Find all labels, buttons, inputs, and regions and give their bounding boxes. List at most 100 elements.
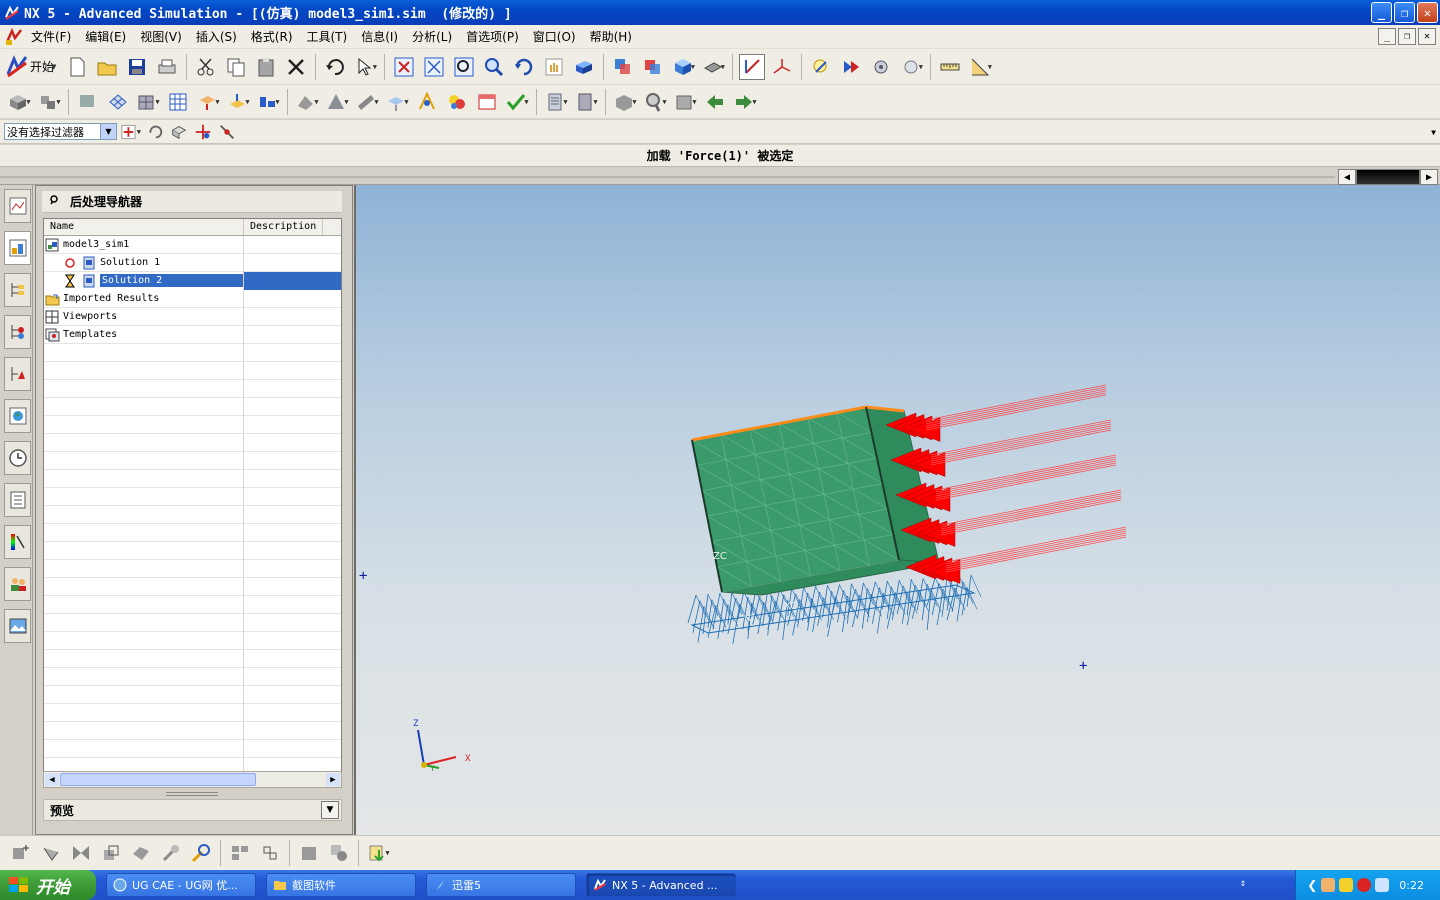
inspect-button[interactable]: ▼ (642, 89, 668, 115)
bottom-tool-2-button[interactable] (38, 840, 64, 866)
select-body-button[interactable] (169, 119, 189, 145)
menu-edit[interactable]: 编辑(E) (78, 28, 133, 45)
tree-row-solution-2[interactable]: Solution 2 (44, 271, 341, 290)
scroll-left-button[interactable]: ◀ (1338, 169, 1356, 185)
analysis-tool-2-button[interactable] (838, 54, 864, 80)
select-edge-button[interactable] (217, 119, 237, 145)
geometry-tool-4-button[interactable]: ▼ (384, 89, 410, 115)
zoom-window-button[interactable] (421, 54, 447, 80)
graphics-window[interactable]: ZC XC YC + + Z X Y (354, 185, 1440, 835)
tree-row-model[interactable]: model3_sim1 (44, 235, 341, 254)
check-model-button[interactable]: ▼ (504, 89, 530, 115)
tray-expand-icon[interactable]: ❮ (1307, 878, 1317, 892)
results-button[interactable] (444, 89, 470, 115)
wcs-orient-button[interactable] (769, 54, 795, 80)
menu-analysis[interactable]: 分析(L) (405, 28, 459, 45)
display-options-button[interactable] (640, 54, 666, 80)
bottom-tool-5-button[interactable] (128, 840, 154, 866)
restore-button[interactable]: ❐ (1394, 2, 1415, 23)
zoom-button[interactable] (451, 54, 477, 80)
model-button[interactable]: ▼ (36, 89, 62, 115)
new-file-button[interactable] (64, 54, 90, 80)
geometry-tool-3-button[interactable]: ▼ (354, 89, 380, 115)
doc-minimize-button[interactable]: _ (1378, 28, 1396, 45)
measure-angle-button[interactable]: ▼ (967, 54, 993, 80)
save-button[interactable] (124, 54, 150, 80)
menu-help[interactable]: 帮助(H) (583, 28, 639, 45)
bottom-tool-9-button[interactable] (257, 840, 283, 866)
scroll-left-arrow[interactable]: ◀ (45, 773, 59, 786)
pin-icon[interactable] (48, 194, 60, 209)
rotate-button[interactable] (511, 54, 537, 80)
bottom-tool-4-button[interactable] (98, 840, 124, 866)
constraint-navigator-tab[interactable] (4, 357, 31, 391)
doc-restore-button[interactable]: ❐ (1398, 28, 1416, 45)
part-navigator-tab[interactable] (4, 273, 31, 307)
bottom-tool-11-button[interactable] (326, 840, 352, 866)
menu-file[interactable]: 文件(F) (24, 28, 78, 45)
tray-app-icon[interactable] (1321, 878, 1336, 892)
taskbar-item-nx[interactable]: NX 5 - Advanced ... (586, 873, 736, 897)
menu-window[interactable]: 窗口(O) (526, 28, 583, 45)
menu-view[interactable]: 视图(V) (133, 28, 189, 45)
menu-tools[interactable]: 工具(T) (300, 28, 355, 45)
scroll-right-arrow[interactable]: ▶ (326, 773, 340, 786)
language-bar-icon[interactable]: ⇕ (1240, 878, 1246, 889)
history-tab[interactable] (4, 441, 31, 475)
report-button[interactable] (474, 89, 500, 115)
roles-tab[interactable] (4, 567, 31, 601)
bottom-tool-10-button[interactable] (296, 840, 322, 866)
system-scenes-tab[interactable] (4, 609, 31, 643)
taskbar-item-screenshot[interactable]: 截图软件 (266, 873, 416, 897)
bottom-tool-3-button[interactable] (68, 840, 94, 866)
menu-insert[interactable]: 插入(S) (189, 28, 244, 45)
display-mode-button[interactable] (610, 54, 636, 80)
reuse-library-tab[interactable] (4, 483, 31, 517)
selection-tool-button[interactable]: ▼ (352, 54, 378, 80)
horizontal-scrollbar[interactable]: ◀ ▶ (43, 771, 342, 788)
orient-view-button[interactable]: ▼ (670, 54, 696, 80)
bottom-tool-8-button[interactable] (227, 840, 253, 866)
geometry-tool-1-button[interactable]: ▼ (294, 89, 320, 115)
doc-close-button[interactable]: ✕ (1418, 28, 1436, 45)
bottom-tool-7-button[interactable] (188, 840, 214, 866)
simulation-navigator-tab[interactable] (4, 189, 31, 223)
cut-button[interactable] (193, 54, 219, 80)
mesh-button[interactable] (105, 89, 131, 115)
palette-tab[interactable] (4, 525, 31, 559)
selection-scope-button[interactable]: ▼ (119, 119, 141, 145)
analysis-tool-1-button[interactable] (808, 54, 834, 80)
shaded-view-button[interactable] (571, 54, 597, 80)
render-style-button[interactable]: ▼ (700, 54, 726, 80)
start-menu-button[interactable]: 开始 ▼ (4, 54, 62, 80)
properties-button[interactable]: ▼ (573, 89, 599, 115)
wcs-display-button[interactable] (739, 53, 766, 80)
assembly-navigator-tab[interactable] (4, 315, 31, 349)
paste-button[interactable] (253, 54, 279, 80)
analysis-tool-3-button[interactable] (868, 54, 894, 80)
tree-row-imported-results[interactable]: Imported Results (44, 289, 341, 308)
edit-face-button[interactable]: ▼ (612, 89, 638, 115)
undo-button[interactable] (322, 54, 348, 80)
solve-button[interactable] (414, 89, 440, 115)
preview-section[interactable]: 预览 ▼ (43, 799, 342, 821)
pan-button[interactable] (541, 54, 567, 80)
table-button[interactable] (165, 89, 191, 115)
web-browser-tab[interactable] (4, 399, 31, 433)
tray-security-icon[interactable] (1357, 878, 1372, 892)
geometry-tool-2-button[interactable]: ▼ (324, 89, 350, 115)
bottom-tool-12-button[interactable]: ▼ (365, 840, 391, 866)
print-button[interactable] (154, 54, 180, 80)
copy-button[interactable] (223, 54, 249, 80)
close-button[interactable]: ✕ (1417, 2, 1438, 23)
tray-network-icon[interactable] (1339, 878, 1354, 892)
taskbar-item-xunlei[interactable]: 迅雷5 (426, 873, 576, 897)
info-list-button[interactable]: ▼ (543, 89, 569, 115)
taskbar-item-ug-cae[interactable]: UG CAE - UG网 优... (106, 873, 256, 897)
selbar-overflow-arrow[interactable]: ▼ (1431, 128, 1436, 137)
column-header-name[interactable]: Name (44, 219, 244, 235)
column-header-description[interactable]: Description (244, 219, 324, 235)
chevron-down-icon[interactable]: ▼ (321, 801, 339, 819)
tree-row-viewports[interactable]: Viewports (44, 307, 341, 326)
bottom-tool-6-button[interactable] (158, 840, 184, 866)
